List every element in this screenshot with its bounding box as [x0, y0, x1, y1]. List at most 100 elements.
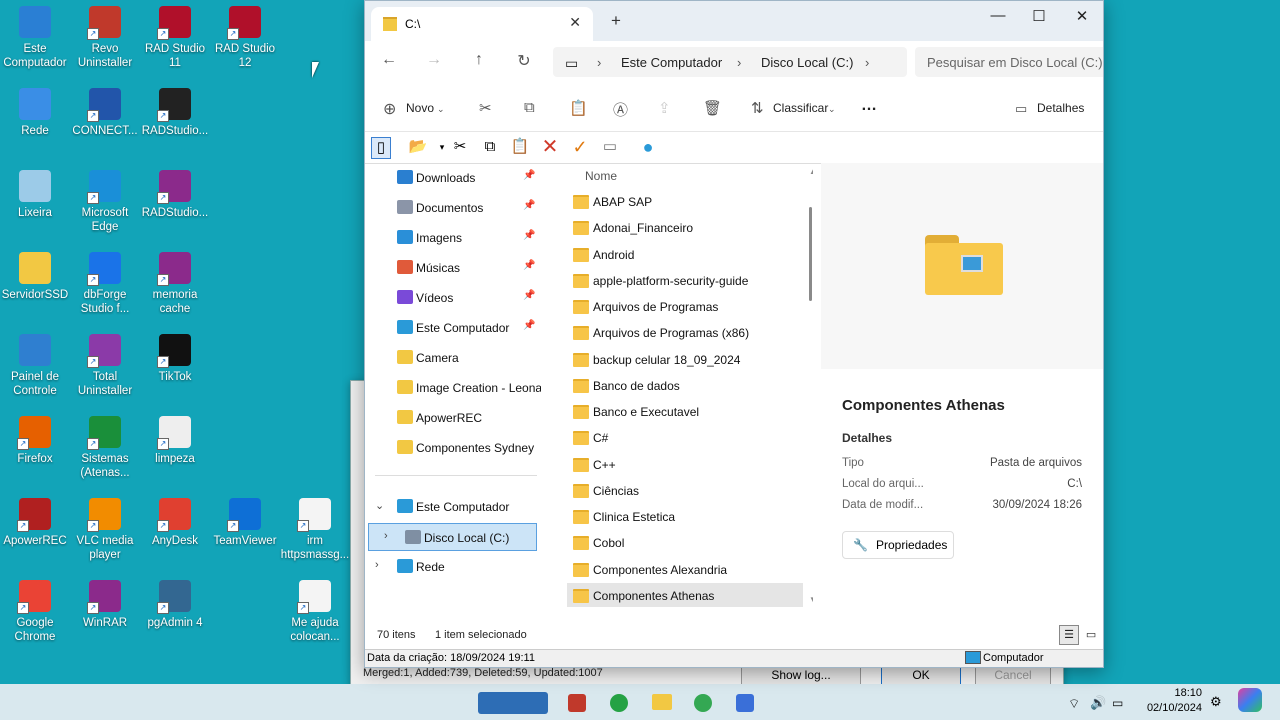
nav-item[interactable]: Imagens 📌 [365, 224, 541, 252]
desktop-icon[interactable]: Este Computador [0, 6, 70, 70]
file-row[interactable]: C# [567, 425, 803, 449]
file-row[interactable]: Cobol [567, 530, 803, 554]
breadcrumb-disco-local[interactable]: Disco Local (C:) [761, 55, 853, 70]
copilot-icon[interactable] [1238, 688, 1262, 712]
desktop-icon[interactable]: ↗ Me ajuda colocan... [280, 580, 350, 644]
search-input[interactable]: Pesquisar em Disco Local (C:) [915, 47, 1103, 77]
properties-button[interactable]: 🔧 Propriedades [842, 531, 954, 559]
whatsapp-icon[interactable] [610, 694, 628, 712]
close-window-button[interactable]: ✕ [1067, 7, 1097, 25]
tree-item[interactable]: › Rede [365, 553, 541, 581]
notification-icon[interactable]: ⚙ [1210, 694, 1222, 710]
details-button[interactable]: Detalhes [1037, 101, 1084, 115]
desktop-icon[interactable]: ↗ RADStudio... [140, 88, 210, 138]
taskbar-app-icon[interactable] [736, 694, 754, 712]
column-header-name[interactable]: Nome [585, 169, 617, 183]
desktop-icon[interactable]: ↗ RADStudio... [140, 170, 210, 220]
nav-item[interactable]: Documentos 📌 [365, 194, 541, 222]
layout-pane-icon[interactable]: ▯ [371, 137, 391, 159]
file-row[interactable]: C++ [567, 452, 803, 476]
desktop-icon[interactable]: ↗ limpeza [140, 416, 210, 466]
volume-icon[interactable]: 🔊 [1090, 695, 1106, 711]
globe-icon[interactable]: ● [637, 137, 659, 157]
battery-icon[interactable]: ▭ [1112, 696, 1123, 710]
rename-icon[interactable]: Ⓐ [613, 99, 628, 120]
taskbar-app-icon[interactable] [478, 692, 548, 714]
paste-icon[interactable]: 📋 [569, 99, 588, 117]
desktop-icon[interactable]: ↗ AnyDesk [140, 498, 210, 548]
scroll-up-icon[interactable]: ▲ [809, 167, 813, 176]
maximize-button[interactable]: ☐ [1024, 7, 1054, 25]
tiles-view-icon[interactable]: ▭ [1082, 626, 1100, 644]
file-row[interactable]: Arquivos de Programas (x86) [567, 320, 803, 344]
cut-icon[interactable]: ✂ [449, 137, 471, 157]
desktop-icon[interactable]: ↗ pgAdmin 4 [140, 580, 210, 630]
file-explorer-icon[interactable] [652, 694, 672, 710]
share-icon[interactable]: ⇪ [658, 99, 671, 117]
desktop-icon[interactable]: ↗ ApowerREC [0, 498, 70, 548]
chevron-right-icon[interactable]: › [384, 530, 388, 542]
file-row[interactable]: Componentes Athenas [567, 582, 803, 607]
desktop-icon[interactable]: ↗ memoria cache [140, 252, 210, 316]
chevron-right-icon[interactable]: › [865, 55, 869, 70]
file-row[interactable]: Banco e Executavel [567, 399, 803, 423]
file-row[interactable]: ABAP SAP [567, 189, 803, 213]
desktop-icon[interactable]: ↗ Sistemas (Atenas... [70, 416, 140, 480]
add-tab-button[interactable]: + [611, 11, 621, 31]
nav-item[interactable]: Camera [365, 344, 541, 372]
desktop-icon[interactable]: ↗ TikTok [140, 334, 210, 384]
nav-item[interactable]: Downloads 📌 [365, 164, 541, 192]
tree-item[interactable]: ⌄ Este Computador [365, 493, 541, 521]
paste-icon[interactable]: 📋 [509, 137, 531, 157]
scroll-down-icon[interactable]: ▼ [809, 595, 813, 604]
desktop-icon[interactable]: ↗ RAD Studio 11 [140, 6, 210, 70]
chrome-icon[interactable] [694, 694, 712, 712]
tab-c-drive[interactable]: C:\ ✕ [371, 7, 593, 41]
desktop-icon[interactable]: ↗ CONNECT... [70, 88, 140, 138]
desktop-icon[interactable]: Lixeira [0, 170, 70, 220]
nav-item[interactable]: Este Computador 📌 [365, 314, 541, 342]
desktop-icon[interactable]: ↗ VLC media player [70, 498, 140, 562]
more-options-button[interactable]: … [861, 97, 877, 115]
clock[interactable]: 18:10 02/10/2024 [1147, 686, 1202, 716]
desktop-icon[interactable]: ↗ Microsoft Edge [70, 170, 140, 234]
minimize-button[interactable]: — [983, 7, 1013, 24]
breadcrumb-este-computador[interactable]: Este Computador [621, 55, 722, 70]
properties-icon[interactable]: ▭ [599, 137, 621, 157]
desktop-icon[interactable]: ↗ TeamViewer [210, 498, 280, 548]
copy-icon[interactable]: ⧉ [524, 99, 535, 116]
file-list-scrollbar[interactable] [809, 207, 812, 301]
desktop-icon[interactable]: Painel de Controle [0, 334, 70, 398]
desktop-icon[interactable]: ↗ Firefox [0, 416, 70, 466]
nav-item[interactable]: Image Creation - Leonardo [365, 374, 541, 402]
copy-icon[interactable]: ⧉ [479, 137, 501, 157]
breadcrumb[interactable]: ▭ › Este Computador › Disco Local (C:) › [553, 47, 907, 77]
folder-options-icon[interactable]: 📂 [403, 137, 433, 157]
file-row[interactable]: Ciências [567, 478, 803, 502]
refresh-button[interactable]: ↻ [512, 51, 536, 71]
desktop-icon[interactable]: ↗ WinRAR [70, 580, 140, 630]
wifi-icon[interactable]: ⌔ [1068, 696, 1080, 712]
nav-item[interactable]: Componentes Sydney [365, 434, 541, 462]
chevron-down-icon[interactable]: ⌄ [375, 499, 384, 512]
nav-item[interactable]: Músicas 📌 [365, 254, 541, 282]
delete-icon[interactable]: 🗑 [703, 99, 722, 117]
file-row[interactable]: Arquivos de Programas [567, 294, 803, 318]
desktop-icon[interactable]: ServidorSSD [0, 252, 70, 302]
taskbar-app-icon[interactable] [568, 694, 586, 712]
sort-button[interactable]: Classificar [773, 101, 828, 115]
desktop-icon[interactable]: Rede [0, 88, 70, 138]
tree-item[interactable]: › Disco Local (C:) [368, 523, 537, 551]
forward-button[interactable]: → [422, 51, 446, 69]
file-row[interactable]: Banco de dados [567, 373, 803, 397]
nav-item[interactable]: ApowerREC [365, 404, 541, 432]
desktop-icon[interactable]: ↗ Revo Uninstaller [70, 6, 140, 70]
details-view-icon[interactable]: ☰ [1059, 625, 1079, 645]
close-tab-icon[interactable]: ✕ [569, 14, 581, 31]
new-button[interactable]: Novo [406, 101, 434, 115]
file-row[interactable]: Componentes Alexandria [567, 557, 803, 581]
back-button[interactable]: ← [377, 51, 401, 69]
file-row[interactable]: backup celular 18_09_2024 [567, 347, 803, 371]
desktop-icon[interactable]: ↗ irm httpsmassg... [280, 498, 350, 562]
file-row[interactable]: Clinica Estetica [567, 504, 803, 528]
